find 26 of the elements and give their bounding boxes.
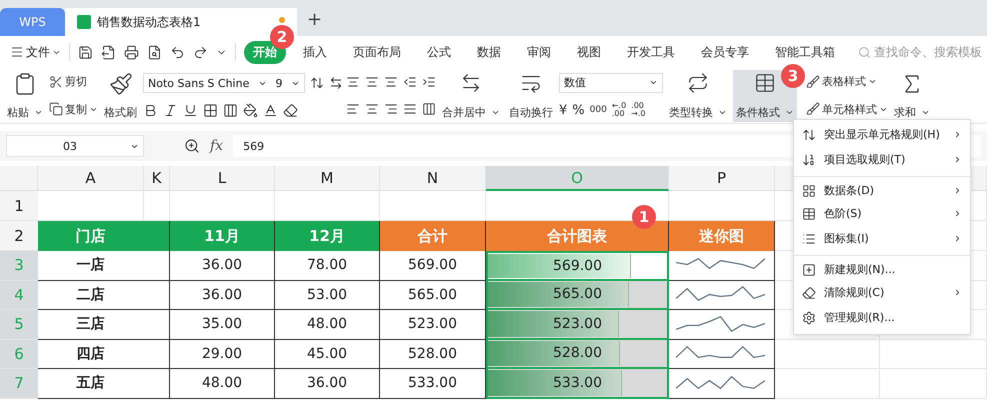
bar-value: 528.00 bbox=[552, 345, 603, 362]
table-cell: 三店 bbox=[38, 310, 170, 340]
table-cell: 36.00 bbox=[275, 369, 380, 398]
bar-value: 533.00 bbox=[552, 374, 603, 391]
table-cell: 五店 bbox=[38, 369, 170, 398]
table-cell: 一店 bbox=[38, 251, 170, 280]
table-cell: 48.00 bbox=[275, 310, 380, 340]
bar-value: 565.00 bbox=[552, 286, 603, 302]
table-cell: 36.00 bbox=[170, 280, 275, 310]
table-cell: 四店 bbox=[38, 340, 170, 369]
callout-badge: 1 bbox=[632, 205, 656, 229]
header-cell: 12月 bbox=[275, 221, 380, 251]
header-cell: 11月 bbox=[170, 221, 275, 251]
table-cell: 29.00 bbox=[170, 340, 275, 369]
table-cell: 53.00 bbox=[275, 280, 380, 310]
header-cell: 迷你图 bbox=[669, 221, 775, 251]
table-cell: 78.00 bbox=[275, 251, 380, 280]
table-cell: 二店 bbox=[38, 280, 170, 310]
header-cell: 门店 bbox=[38, 221, 170, 251]
bar-value: 569.00 bbox=[552, 258, 603, 274]
table-cell: 45.00 bbox=[275, 340, 380, 369]
table-cell: 48.00 bbox=[170, 369, 275, 398]
table-cell: 35.00 bbox=[170, 310, 275, 340]
table-cell: 36.00 bbox=[170, 251, 275, 280]
header-cell: 合计 bbox=[380, 221, 486, 251]
bar-value: 523.00 bbox=[552, 316, 603, 332]
